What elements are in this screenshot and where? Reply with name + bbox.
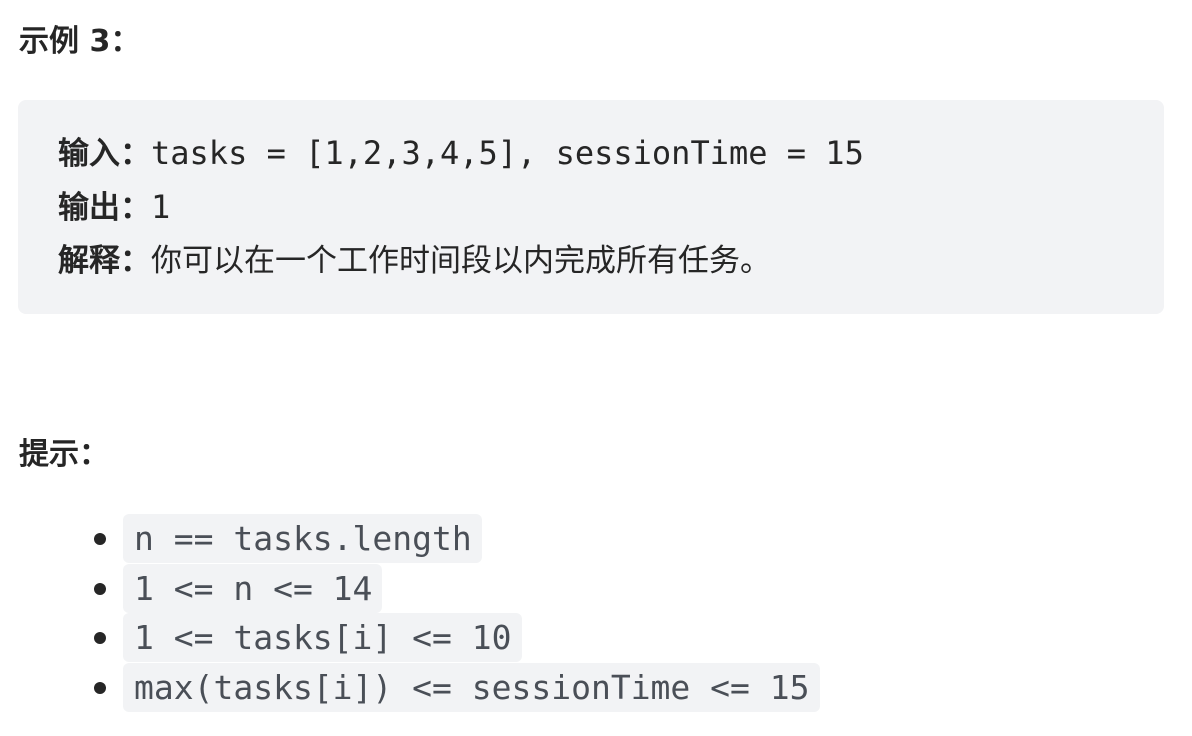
example-block: 输入：tasks = [1,2,3,4,5], sessionTime = 15…: [18, 100, 1164, 314]
bullet-icon: [94, 632, 106, 644]
input-label: 输入：: [58, 136, 151, 172]
constraint-code: n == tasks.length: [123, 514, 482, 563]
constraint-code: max(tasks[i]) <= sessionTime <= 15: [123, 662, 820, 712]
bullet-icon: [94, 582, 106, 595]
explanation-label: 解释：: [58, 243, 151, 279]
constraint-code: 1 <= tasks[i] <= 10: [123, 613, 522, 662]
output-value: 1: [151, 188, 171, 226]
input-value: tasks = [1,2,3,4,5], sessionTime = 15: [151, 134, 864, 172]
output-label: 输出：: [58, 190, 151, 226]
example-output-line: 输出：1: [58, 187, 1164, 241]
example-explanation-line: 解释：你可以在一个工作时间段以内完成所有任务。: [58, 241, 1164, 295]
explanation-value: 你可以在一个工作时间段以内完成所有任务。: [151, 243, 771, 279]
hints-heading: 提示：: [19, 437, 109, 472]
example-input-line: 输入：tasks = [1,2,3,4,5], sessionTime = 15: [58, 133, 1164, 187]
bullet-icon: [94, 681, 106, 694]
bullet-icon: [94, 533, 106, 545]
constraint-code: 1 <= n <= 14: [123, 563, 383, 613]
example-heading: 示例 3：: [19, 24, 141, 59]
